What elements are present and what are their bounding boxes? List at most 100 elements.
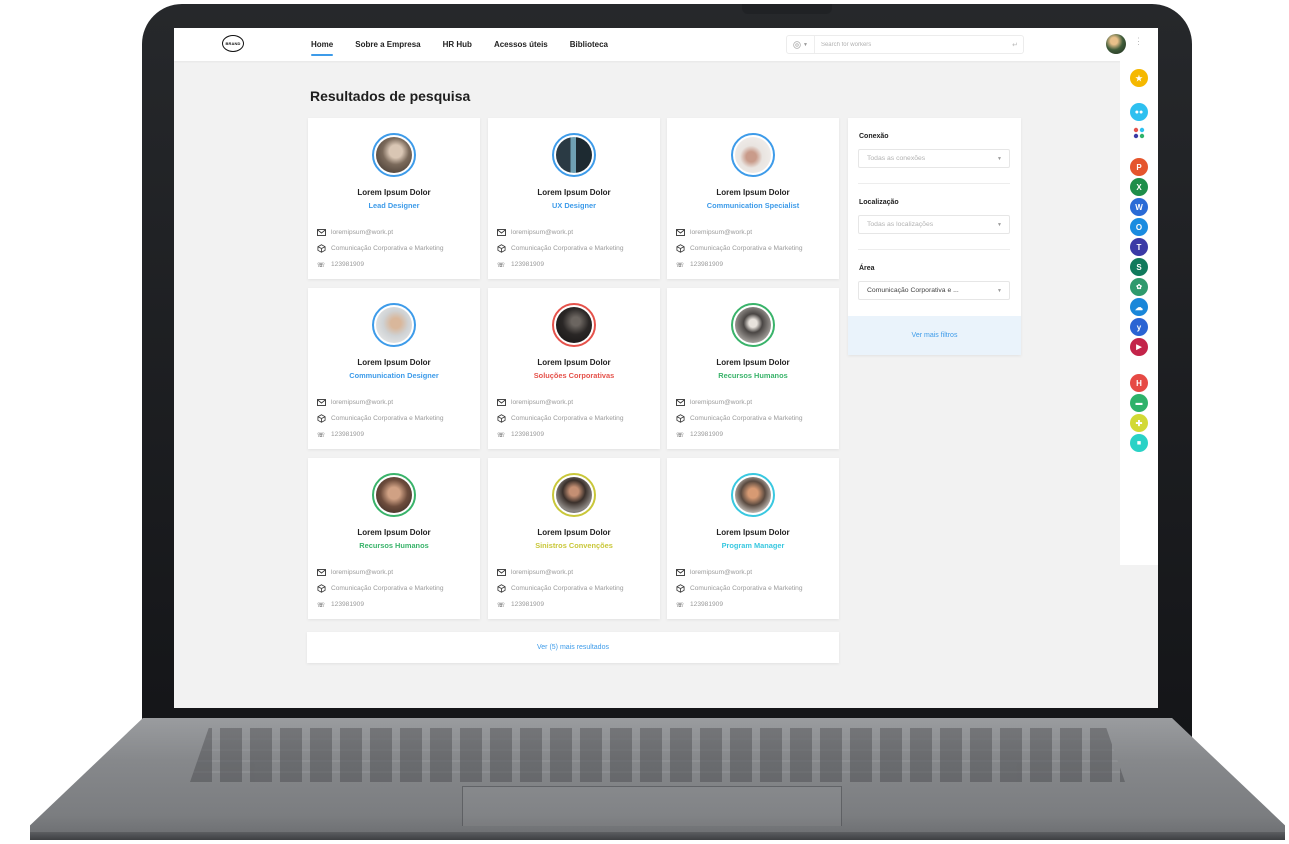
department-row: Comunicação Corporativa e Marketing: [675, 244, 803, 253]
person-phone[interactable]: 123981909: [511, 261, 544, 268]
laptop-base: [30, 718, 1285, 840]
phone-icon: ☏: [496, 261, 506, 269]
more-results-button[interactable]: Ver (5) mais resultados: [307, 632, 839, 663]
person-department: Comunicação Corporativa e Marketing: [331, 585, 444, 592]
person-email[interactable]: loremipsum@work.pt: [690, 569, 752, 576]
teams-icon[interactable]: ●●: [1130, 103, 1148, 121]
nav-item-hr-hub[interactable]: HR Hub: [443, 28, 472, 61]
person-email[interactable]: loremipsum@work.pt: [511, 229, 573, 236]
onedrive-icon[interactable]: ☁: [1130, 298, 1148, 316]
person-email[interactable]: loremipsum@work.pt: [511, 399, 573, 406]
star-icon[interactable]: ★: [1130, 69, 1148, 87]
excel-icon[interactable]: X: [1130, 178, 1148, 196]
person-name: Lorem Ipsum Dolor: [716, 358, 790, 367]
support-icon[interactable]: ✚: [1130, 414, 1148, 432]
person-name: Lorem Ipsum Dolor: [357, 358, 431, 367]
person-name: Lorem Ipsum Dolor: [537, 358, 611, 367]
person-card[interactable]: Lorem Ipsum Dolor UX Designer loremipsum…: [488, 118, 660, 279]
phone-icon: ☏: [675, 261, 685, 269]
cube-icon: [675, 584, 685, 593]
filter-label-area: Área: [859, 265, 875, 272]
email-row: loremipsum@work.pt: [496, 568, 573, 577]
person-department: Comunicação Corporativa e Marketing: [690, 585, 803, 592]
user-avatar[interactable]: [1106, 34, 1126, 54]
teams-chat-icon[interactable]: T: [1130, 238, 1148, 256]
person-card[interactable]: Lorem Ipsum Dolor Communication Speciali…: [667, 118, 839, 279]
person-phone[interactable]: 123981909: [690, 601, 723, 608]
person-name: Lorem Ipsum Dolor: [716, 188, 790, 197]
department-row: Comunicação Corporativa e Marketing: [496, 244, 624, 253]
stream-icon[interactable]: ▶: [1130, 338, 1148, 356]
person-phone[interactable]: 123981909: [511, 601, 544, 608]
person-card[interactable]: Lorem Ipsum Dolor Recursos Humanos lorem…: [308, 458, 480, 619]
department-row: Comunicação Corporativa e Marketing: [316, 244, 444, 253]
nav-item-acessos-uteis[interactable]: Acessos úteis: [494, 28, 548, 61]
location-select[interactable]: Todas as localizações ▼: [858, 215, 1010, 234]
connection-select[interactable]: Todas as conexões ▼: [858, 149, 1010, 168]
person-card[interactable]: Lorem Ipsum Dolor Soluções Corporativas …: [488, 288, 660, 449]
outlook-icon[interactable]: O: [1130, 218, 1148, 236]
person-email[interactable]: loremipsum@work.pt: [331, 229, 393, 236]
person-department: Comunicação Corporativa e Marketing: [511, 585, 624, 592]
people-icon[interactable]: ✿: [1130, 278, 1148, 296]
person-phone[interactable]: 123981909: [690, 431, 723, 438]
yammer-icon[interactable]: y: [1130, 318, 1148, 336]
search-filter-dropdown[interactable]: ▼: [787, 36, 815, 53]
person-phone[interactable]: 123981909: [331, 601, 364, 608]
word-icon[interactable]: W: [1130, 198, 1148, 216]
person-card[interactable]: Lorem Ipsum Dolor Lead Designer loremips…: [308, 118, 480, 279]
person-card[interactable]: Lorem Ipsum Dolor Sinistros Convenções l…: [488, 458, 660, 619]
person-card[interactable]: Lorem Ipsum Dolor Communication Designer…: [308, 288, 480, 449]
lid-notch: [742, 4, 832, 14]
chat-icon[interactable]: ■: [1130, 434, 1148, 452]
person-name: Lorem Ipsum Dolor: [716, 528, 790, 537]
phone-row: ☏ 123981909: [675, 260, 723, 269]
more-filters-button[interactable]: Ver mais filtros: [848, 316, 1021, 355]
person-role: Sinistros Convenções: [535, 541, 613, 550]
phone-icon: ☏: [316, 431, 326, 439]
nav-item-sobre-a-empresa[interactable]: Sobre a Empresa: [355, 28, 420, 61]
person-email[interactable]: loremipsum@work.pt: [690, 399, 752, 406]
caret-down-icon: ▼: [997, 287, 1002, 294]
mail-icon: [675, 228, 685, 237]
person-card[interactable]: Lorem Ipsum Dolor Program Manager loremi…: [667, 458, 839, 619]
nav-item-home[interactable]: Home: [311, 28, 334, 61]
cube-icon: [496, 414, 506, 423]
person-email[interactable]: loremipsum@work.pt: [690, 229, 752, 236]
car-icon[interactable]: ▬: [1130, 394, 1148, 412]
person-email[interactable]: loremipsum@work.pt: [331, 569, 393, 576]
person-avatar: [731, 133, 775, 177]
person-phone[interactable]: 123981909: [331, 261, 364, 268]
email-row: loremipsum@work.pt: [316, 228, 393, 237]
hr-hub-icon[interactable]: H: [1130, 374, 1148, 392]
nav-item-biblioteca[interactable]: Biblioteca: [570, 28, 608, 61]
enter-icon[interactable]: ↵: [1007, 41, 1023, 49]
brand-logo[interactable]: BRAND: [222, 35, 244, 52]
apps-grid-icon[interactable]: [1130, 124, 1148, 142]
cube-icon: [675, 244, 685, 253]
person-phone[interactable]: 123981909: [690, 261, 723, 268]
sharepoint-icon[interactable]: S: [1130, 258, 1148, 276]
chevron-down-icon: ▼: [803, 41, 808, 48]
phone-icon: ☏: [675, 601, 685, 609]
person-phone[interactable]: 123981909: [511, 431, 544, 438]
email-row: loremipsum@work.pt: [675, 398, 752, 407]
person-email[interactable]: loremipsum@work.pt: [331, 399, 393, 406]
person-phone[interactable]: 123981909: [331, 431, 364, 438]
mail-icon: [675, 398, 685, 407]
phone-row: ☏ 123981909: [496, 430, 544, 439]
person-email[interactable]: loremipsum@work.pt: [511, 569, 573, 576]
powerpoint-icon[interactable]: P: [1130, 158, 1148, 176]
person-avatar: [372, 303, 416, 347]
phone-row: ☏ 123981909: [316, 600, 364, 609]
phone-row: ☏ 123981909: [316, 430, 364, 439]
mail-icon: [316, 568, 326, 577]
person-department: Comunicação Corporativa e Marketing: [331, 245, 444, 252]
main-nav: Home Sobre a Empresa HR Hub Acessos útei…: [311, 28, 630, 61]
department-row: Comunicação Corporativa e Marketing: [675, 584, 803, 593]
area-select[interactable]: Comunicação Corporativa e ... ▼: [858, 281, 1010, 300]
more-options-icon[interactable]: ⋮: [1134, 36, 1143, 47]
person-card[interactable]: Lorem Ipsum Dolor Recursos Humanos lorem…: [667, 288, 839, 449]
apps-dots: [1133, 127, 1145, 139]
search-input[interactable]: [814, 41, 1007, 48]
